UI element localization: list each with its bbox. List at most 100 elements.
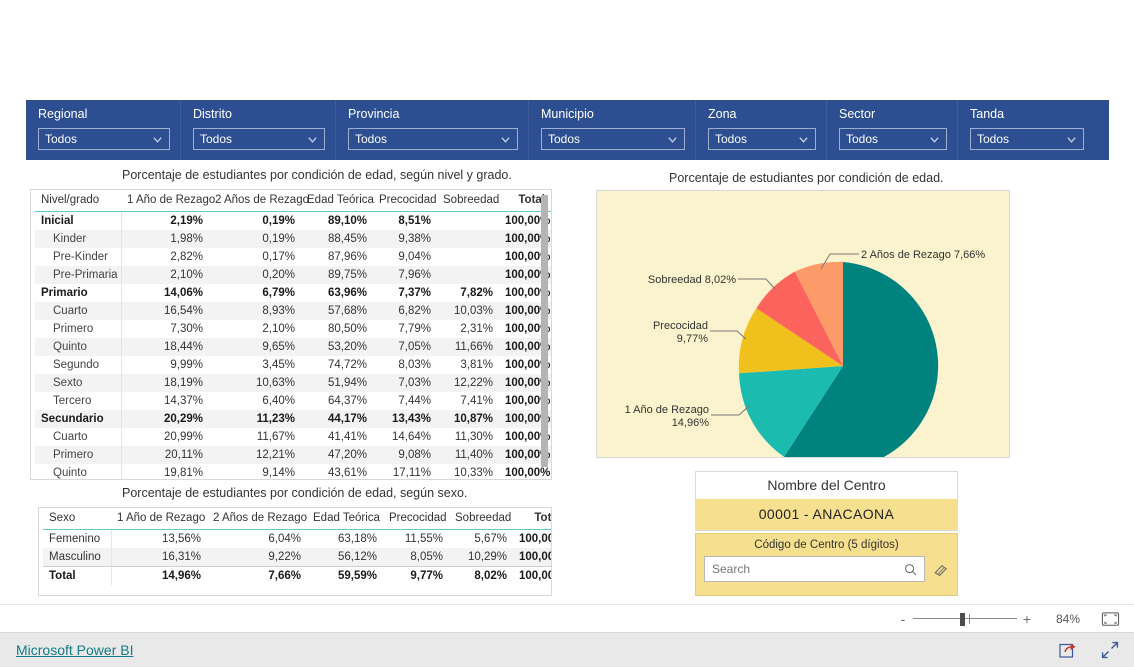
scrollbar-thumb[interactable] — [541, 195, 548, 467]
col-header-2-anos-rezago[interactable]: 2 Años de Rezago — [207, 508, 307, 530]
pie-chart-visual[interactable]: 2 Años de Rezago 7,66% Sobreedad 8,02% P… — [596, 190, 1010, 458]
slicer-codigo-de-centro[interactable]: Código de Centro (5 dígitos) Search — [695, 533, 958, 596]
row-label: Quinto — [35, 338, 122, 356]
filter-distrito-dropdown[interactable]: Todos — [193, 128, 325, 150]
table-row[interactable]: Pre-Primaria 2,10% 0,20% 89,75% 7,96% 10… — [35, 266, 551, 284]
cell: 0,17% — [262, 251, 295, 263]
filter-provincia[interactable]: Provincia Todos — [336, 100, 529, 160]
table-row[interactable]: Sexto 18,19% 10,63% 51,94% 7,03% 12,22% … — [35, 374, 551, 392]
col-header-1-ano-rezago[interactable]: 1 Año de Rezago — [111, 508, 207, 530]
filter-regional-dropdown[interactable]: Todos — [38, 128, 170, 150]
table-row[interactable]: Primero 20,11% 12,21% 47,20% 9,08% 11,40… — [35, 446, 551, 464]
filter-regional[interactable]: Regional Todos — [26, 100, 181, 160]
power-bi-brand-link[interactable]: Microsoft Power BI — [16, 642, 133, 658]
col-header-edad-teorica[interactable]: Edad Teórica — [301, 190, 374, 212]
cell: 2,82% — [170, 251, 203, 263]
table-row[interactable]: Pre-Kinder 2,82% 0,17% 87,96% 9,04% 100,… — [35, 248, 551, 266]
cell: 10,03% — [437, 302, 499, 320]
filter-sector-value: Todos — [846, 132, 879, 146]
filter-tanda[interactable]: Tanda Todos — [958, 100, 1094, 160]
table-row[interactable]: Primario 14,06% 6,79% 63,96% 7,37% 7,82%… — [35, 284, 551, 302]
cell: 1,98% — [121, 230, 209, 248]
filter-provincia-dropdown[interactable]: Todos — [348, 128, 518, 150]
cell: 9,22% — [207, 548, 307, 567]
zoom-in-button[interactable]: + — [1019, 612, 1035, 626]
filter-distrito[interactable]: Distrito Todos — [181, 100, 336, 160]
col-header-sexo[interactable]: Sexo — [43, 508, 111, 530]
eraser-icon[interactable] — [932, 561, 949, 578]
filter-tanda-value: Todos — [977, 132, 1010, 146]
leader-line-1-ano-rezago — [711, 405, 750, 416]
cell: 7,41% — [460, 395, 493, 407]
row-label: Segundo — [35, 356, 122, 374]
table-row[interactable]: Quinto 19,81% 9,14% 43,61% 17,11% 10,33%… — [35, 464, 551, 479]
cell: 7,79% — [398, 323, 431, 335]
chevron-down-icon — [307, 134, 318, 145]
col-header-edad-teorica[interactable]: Edad Teórica — [307, 508, 383, 530]
col-header-total[interactable]: Total — [513, 508, 551, 530]
table-row[interactable]: Inicial 2,19% 0,19% 89,10% 8,51% 100,00% — [35, 211, 551, 230]
fit-to-screen-icon[interactable] — [1101, 611, 1120, 627]
zoom-slider[interactable] — [913, 612, 1017, 626]
filter-sector-dropdown[interactable]: Todos — [839, 128, 947, 150]
matrix-nivel-header-row: Nivel/grado 1 Año de Rezago 2 Años de Re… — [35, 190, 551, 212]
matrix-sexo-title: Porcentaje de estudiantes por condición … — [122, 486, 468, 500]
filter-zona[interactable]: Zona Todos — [696, 100, 827, 160]
col-header-precocidad[interactable]: Precocidad — [373, 190, 437, 212]
share-icon[interactable] — [1058, 640, 1078, 660]
cell: 7,05% — [373, 338, 437, 356]
fullscreen-icon[interactable] — [1100, 640, 1120, 660]
table-row-grand-total[interactable]: Total 14,96% 7,66% 59,59% 9,77% 8,02% 10… — [43, 566, 551, 585]
table-row[interactable]: Segundo 9,99% 3,45% 74,72% 8,03% 3,81% 1… — [35, 356, 551, 374]
table-row[interactable]: Tercero 14,37% 6,40% 64,37% 7,44% 7,41% … — [35, 392, 551, 410]
search-icon[interactable] — [904, 563, 917, 576]
table-row[interactable]: Femenino 13,56% 6,04% 63,18% 11,55% 5,67… — [43, 529, 551, 548]
cell: 8,02% — [449, 566, 513, 585]
cell: 2,19% — [170, 215, 203, 227]
report-footer: Microsoft Power BI — [0, 633, 1134, 667]
col-header-sobreedad[interactable]: Sobreedad — [449, 508, 513, 530]
filter-municipio-dropdown[interactable]: Todos — [541, 128, 685, 150]
cell: 12,21% — [209, 446, 301, 464]
col-header-precocidad[interactable]: Precocidad — [383, 508, 449, 530]
matrix-nivel-grado[interactable]: Nivel/grado 1 Año de Rezago 2 Años de Re… — [30, 189, 552, 480]
cell: 3,45% — [262, 359, 295, 371]
zoom-out-button[interactable]: - — [895, 612, 911, 626]
filter-sector[interactable]: Sector Todos — [827, 100, 958, 160]
cell: 2,10% — [262, 323, 295, 335]
cell: 11,55% — [404, 533, 443, 545]
cell: 7,03% — [373, 374, 437, 392]
cell: 10,29% — [449, 548, 513, 567]
table-row[interactable]: Primero 7,30% 2,10% 80,50% 7,79% 2,31% 1… — [35, 320, 551, 338]
cell: 64,37% — [327, 395, 367, 407]
cell: 0,19% — [209, 230, 301, 248]
col-header-sobreedad[interactable]: Sobreedad — [437, 190, 499, 212]
table-row[interactable]: Secundario 20,29% 11,23% 44,17% 13,43% 1… — [35, 410, 551, 428]
col-header-2-anos-rezago[interactable]: 2 Años de Rezago — [209, 190, 309, 212]
pie-label-2-anos-rezago: 2 Años de Rezago 7,66% — [861, 249, 985, 261]
filter-zona-dropdown[interactable]: Todos — [708, 128, 816, 150]
cell: 63,96% — [327, 287, 367, 299]
matrix-nivel-body: Inicial 2,19% 0,19% 89,10% 8,51% 100,00%… — [35, 211, 551, 479]
table-row[interactable]: Masculino 16,31% 9,22% 56,12% 8,05% 10,2… — [43, 548, 551, 567]
matrix-sexo[interactable]: Sexo 1 Año de Rezago 2 Años de Rezago Ed… — [38, 507, 552, 596]
card-nombre-del-centro[interactable]: Nombre del Centro 00001 - ANACAONA — [695, 471, 958, 531]
table-row[interactable]: Quinto 18,44% 9,65% 53,20% 7,05% 11,66% … — [35, 338, 551, 356]
cell: 20,11% — [121, 446, 209, 464]
filter-tanda-dropdown[interactable]: Todos — [970, 128, 1084, 150]
search-input[interactable]: Search — [704, 556, 925, 582]
table-row[interactable]: Kinder 1,98% 0,19% 88,45% 9,38% 100,00% — [35, 230, 551, 248]
matrix-nivel-scrollbar[interactable] — [540, 193, 549, 476]
table-row[interactable]: Cuarto 16,54% 8,93% 57,68% 6,82% 10,03% … — [35, 302, 551, 320]
zoom-slider-thumb[interactable] — [960, 612, 965, 626]
cell: 80,50% — [327, 323, 367, 335]
cell: 43,61% — [327, 467, 367, 479]
cell: 57,68% — [301, 302, 373, 320]
cell: 10,33% — [453, 467, 493, 479]
col-header-1-ano-rezago[interactable]: 1 Año de Rezago — [121, 190, 215, 212]
card-centro-value: 00001 - ANACAONA — [696, 499, 957, 530]
cell: 47,20% — [301, 446, 373, 464]
table-row[interactable]: Cuarto 20,99% 11,67% 41,41% 14,64% 11,30… — [35, 428, 551, 446]
filter-municipio[interactable]: Municipio Todos — [529, 100, 696, 160]
col-header-nivel-grado[interactable]: Nivel/grado — [35, 190, 121, 212]
